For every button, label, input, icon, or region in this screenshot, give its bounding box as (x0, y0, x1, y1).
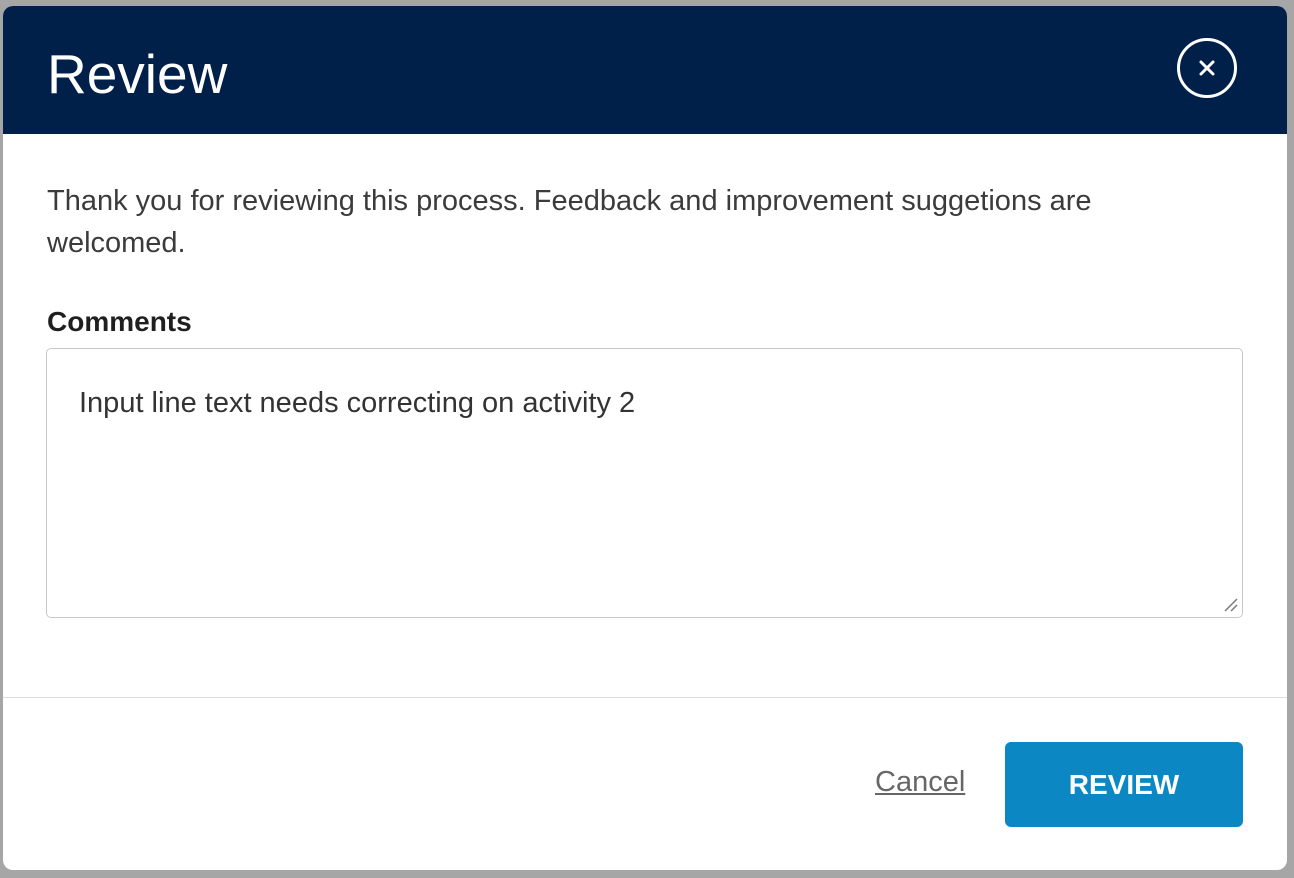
review-submit-button[interactable]: REVIEW (1005, 742, 1243, 827)
review-dialog: Review Thank you for reviewing this proc… (3, 6, 1287, 870)
footer-divider (3, 697, 1287, 698)
resize-handle-icon[interactable] (1221, 595, 1239, 613)
dialog-title: Review (47, 43, 228, 105)
comments-label: Comments (47, 306, 192, 337)
intro-text: Thank you for reviewing this process. Fe… (47, 185, 1092, 259)
cancel-link[interactable]: Cancel (875, 762, 965, 802)
comments-field[interactable]: Input line text needs correcting on acti… (46, 348, 1243, 618)
close-button[interactable] (1177, 38, 1237, 98)
dialog-header: Review (3, 6, 1287, 134)
close-icon (1199, 60, 1215, 76)
